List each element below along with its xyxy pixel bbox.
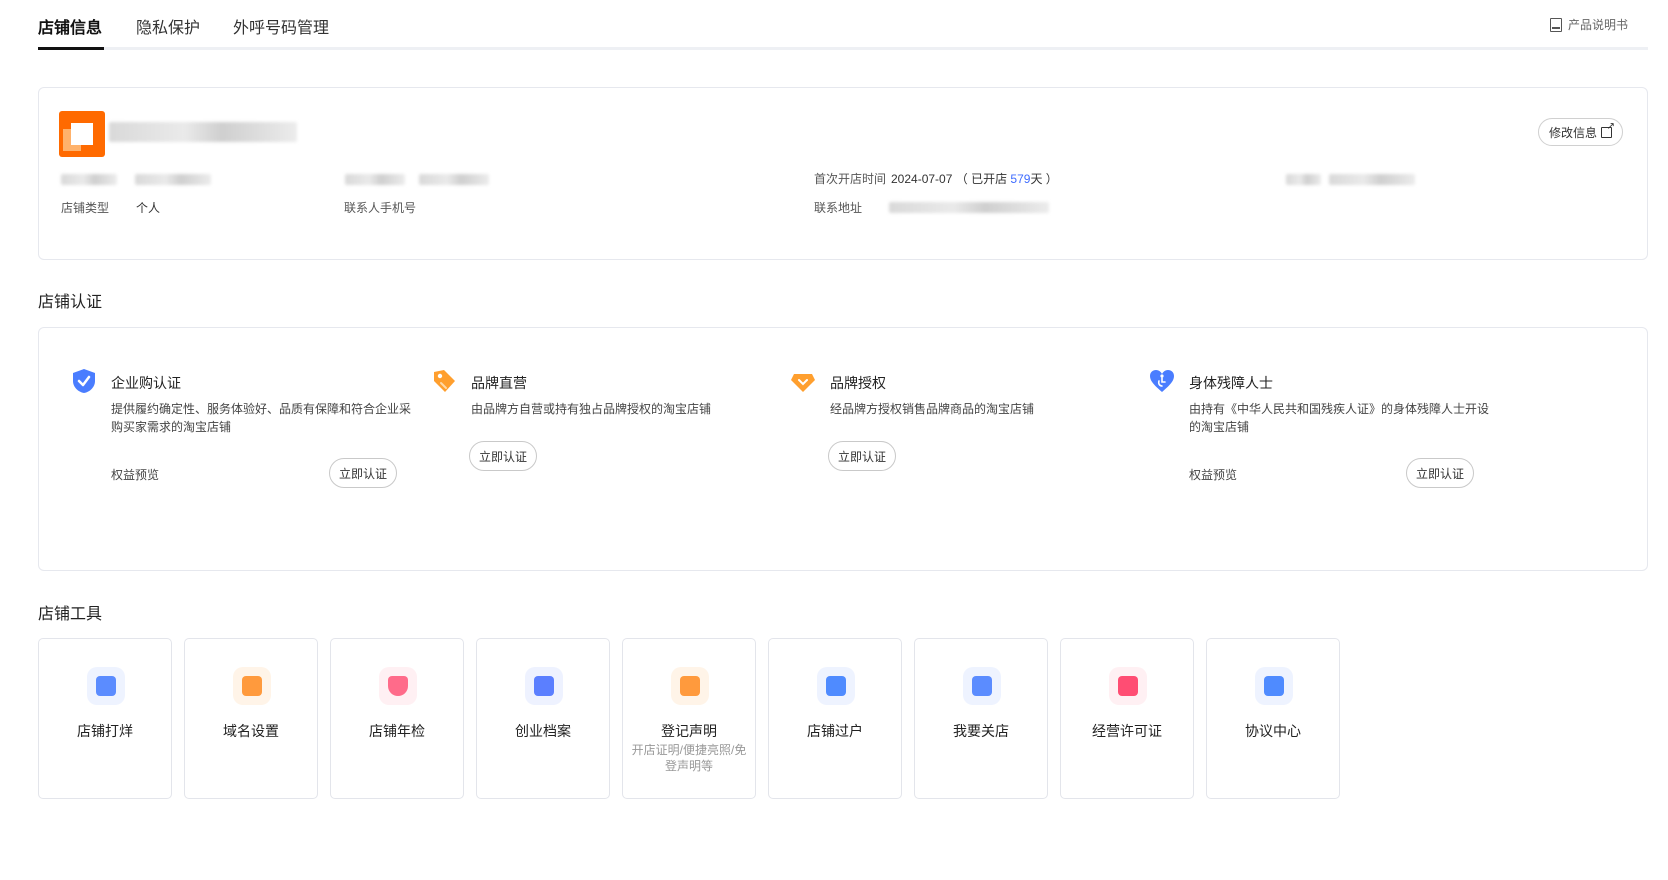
tool-registration-statement[interactable]: 登记声明 开店证明/便捷亮照/免登声明等 — [622, 638, 756, 799]
license-icon — [1109, 667, 1147, 705]
tool-label: 经营许可证 — [1092, 723, 1162, 739]
open-days-count: 579 — [1010, 172, 1031, 186]
store-name-redacted — [109, 122, 297, 142]
tab-outbound-numbers[interactable]: 外呼号码管理 — [233, 14, 329, 38]
store-info-card: 修改信息 首次开店时间 2024-07-07 （ 已开店 579天 ） 店铺类型… — [38, 87, 1648, 260]
tool-label: 创业档案 — [515, 723, 571, 739]
certify-now-button[interactable]: 立即认证 — [469, 441, 538, 471]
store-close-icon — [87, 667, 125, 705]
card-icon — [963, 667, 1001, 705]
redacted-label — [1286, 174, 1321, 185]
orange-diamond-icon — [791, 374, 815, 392]
certification-card: 企业购认证 提供履约确定性、服务体验好、品质有保障和符合企业采购买家需求的淘宝店… — [38, 327, 1648, 571]
archive-icon — [525, 667, 563, 705]
benefit-preview-link[interactable]: 权益预览 — [111, 466, 159, 483]
open-time-value: 2024-07-07 （ 已开店 579天 ） — [891, 170, 1058, 187]
benefit-preview-link[interactable]: 权益预览 — [1189, 466, 1237, 483]
top-tab-bar: 店铺信息 隐私保护 外呼号码管理 产品说明书 — [38, 0, 1648, 50]
tool-label: 店铺打烊 — [77, 723, 133, 739]
domain-icon — [233, 667, 271, 705]
redacted-label — [345, 174, 405, 185]
cert-desc: 经品牌方授权销售品牌商品的淘宝店铺 — [830, 402, 1035, 416]
tool-label: 域名设置 — [223, 723, 279, 739]
transfer-icon — [817, 667, 855, 705]
open-prefix: （ 已开店 — [955, 172, 1011, 186]
store-logo — [59, 111, 105, 157]
store-type-value: 个人 — [136, 201, 161, 215]
cert-title: 品牌直营 — [471, 375, 527, 391]
tool-label: 协议中心 — [1245, 723, 1301, 739]
blue-heart-icon — [1150, 370, 1174, 392]
edit-info-button[interactable]: 修改信息 — [1537, 118, 1623, 146]
certify-now-button[interactable]: 立即认证 — [329, 458, 398, 488]
document-icon — [671, 667, 709, 705]
store-type-label: 店铺类型 — [61, 201, 110, 215]
certify-now-button[interactable]: 立即认证 — [828, 441, 897, 471]
active-tab-underline — [38, 47, 104, 50]
cert-title: 企业购认证 — [111, 375, 181, 391]
shield-search-icon — [379, 667, 417, 705]
blue-shield-check-icon — [73, 369, 95, 393]
cert-title: 身体残障人士 — [1189, 375, 1273, 391]
certify-now-button[interactable]: 立即认证 — [1406, 458, 1475, 488]
contact-phone-label: 联系人手机号 — [344, 201, 417, 215]
tools-title: 店铺工具 — [38, 606, 103, 623]
tool-domain-settings[interactable]: 域名设置 — [184, 638, 318, 799]
cert-desc: 提供履约确定性、服务体验好、品质有保障和符合企业采购买家需求的淘宝店铺 — [111, 402, 412, 434]
tool-label: 我要关店 — [953, 723, 1009, 739]
external-link-icon — [1601, 121, 1615, 138]
tool-label: 店铺年检 — [369, 723, 425, 739]
open-time-label: 首次开店时间 — [814, 172, 887, 186]
redacted-value — [1329, 174, 1415, 185]
certification-title: 店铺认证 — [38, 294, 103, 311]
cert-desc: 由持有《中华人民共和国残疾人证》的身体残障人士开设的淘宝店铺 — [1189, 402, 1490, 434]
product-manual-link[interactable]: 产品说明书 — [1549, 16, 1628, 33]
address-label: 联系地址 — [814, 201, 863, 215]
open-date: 2024-07-07 — [891, 172, 953, 186]
open-suffix: 天 ） — [1030, 172, 1058, 186]
tool-annual-inspection[interactable]: 店铺年检 — [330, 638, 464, 799]
tool-close-store[interactable]: 我要关店 — [914, 638, 1048, 799]
book-icon — [1549, 17, 1562, 32]
tool-sublabel: 开店证明/便捷亮照/免登声明等 — [631, 743, 747, 773]
tool-agreement-center[interactable]: 协议中心 — [1206, 638, 1340, 799]
orange-tag-icon — [434, 370, 455, 392]
tool-label: 店铺过户 — [807, 723, 863, 739]
tab-privacy[interactable]: 隐私保护 — [136, 14, 200, 38]
tool-business-license[interactable]: 经营许可证 — [1060, 638, 1194, 799]
cert-desc: 由品牌方自营或持有独占品牌授权的淘宝店铺 — [471, 402, 712, 416]
redacted-value — [135, 174, 211, 185]
tool-label: 登记声明 — [661, 723, 717, 739]
address-redacted — [889, 202, 1049, 213]
tool-store-transfer[interactable]: 店铺过户 — [768, 638, 902, 799]
edit-info-label: 修改信息 — [1548, 125, 1597, 140]
redacted-label — [61, 174, 117, 185]
tab-store-info[interactable]: 店铺信息 — [38, 14, 102, 38]
tool-store-close[interactable]: 店铺打烊 — [38, 638, 172, 799]
product-manual-label: 产品说明书 — [1567, 18, 1628, 32]
tools-grid: 店铺打烊 域名设置 店铺年检 创业档案 登记声明 开店证明/便捷亮照/免登声明等… — [38, 638, 1340, 799]
tool-startup-archive[interactable]: 创业档案 — [476, 638, 610, 799]
redacted-value — [419, 174, 489, 185]
cert-title: 品牌授权 — [830, 375, 886, 391]
agreement-icon — [1255, 667, 1293, 705]
